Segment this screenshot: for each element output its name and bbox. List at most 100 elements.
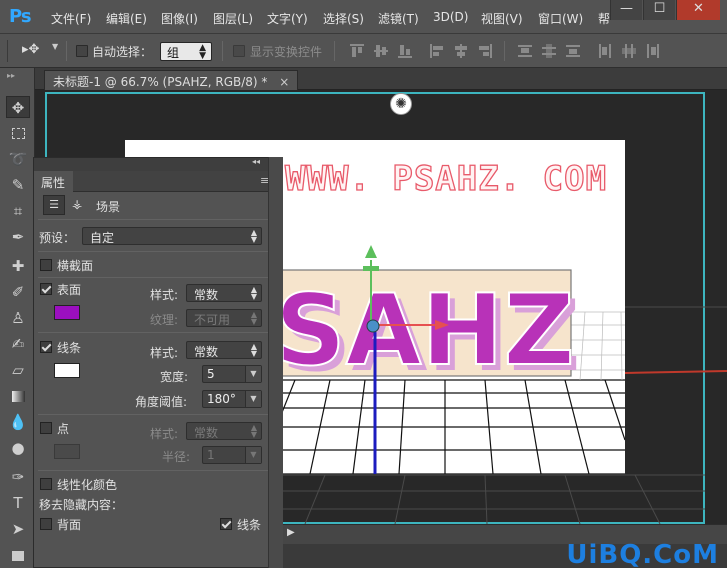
type-tool-icon[interactable]: T: [6, 492, 30, 514]
points-checkbox[interactable]: [40, 422, 52, 434]
align-top-icon[interactable]: [350, 44, 364, 58]
surface-style-label: 样式:: [150, 288, 179, 302]
lines-color-swatch[interactable]: [54, 363, 80, 378]
properties-panel: ◂◂ ✕ 属性 ≡ ☰ ⚶ 场景 预设： 自定 ▲▼ 横截面 表面 样式: 常数…: [33, 157, 283, 568]
lasso-tool-icon[interactable]: ➰: [6, 148, 30, 170]
surface-texture-value: 不可用: [194, 313, 231, 327]
hidden-lines-checkbox[interactable]: [220, 518, 232, 530]
chevron-down-icon[interactable]: ▼: [245, 447, 261, 463]
properties-tab[interactable]: 属性: [34, 171, 74, 192]
menu-layer[interactable]: 图层(L): [213, 10, 253, 27]
minimize-button[interactable]: —: [610, 0, 642, 20]
align-right-icon[interactable]: [478, 44, 492, 58]
align-hcenter-icon[interactable]: [454, 44, 468, 58]
linearize-colors-checkbox[interactable]: [40, 478, 52, 490]
menu-edit[interactable]: 编辑(E): [106, 10, 147, 27]
options-grip: [0, 40, 8, 62]
lines-checkbox[interactable]: [40, 341, 52, 353]
close-icon: ✕: [693, 1, 704, 16]
path-select-tool-icon[interactable]: ➤: [6, 518, 30, 540]
document-tab[interactable]: 未标题-1 @ 66.7% (PSAHZ, RGB/8) * ×: [44, 70, 299, 90]
minimize-icon: —: [620, 1, 633, 16]
points-label: 点: [57, 422, 70, 436]
y-axis-arrow-icon[interactable]: [365, 245, 377, 258]
move-tool-icon[interactable]: ✥: [6, 96, 30, 118]
panel-header: ◂◂ ✕: [34, 157, 282, 171]
tool-preset-chevron-icon[interactable]: ▼: [52, 42, 58, 51]
distribute-bottom-icon[interactable]: [566, 44, 580, 58]
align-left-icon[interactable]: [430, 44, 444, 58]
panel-collapse-icon[interactable]: ◂◂: [252, 157, 260, 166]
tools-panel: ▸▸ ✥ ➰ ✎ ⌗ ✒ ✚ ✐ ♙ ✍ ▱ 💧 ● ✑ T ➤: [0, 68, 35, 568]
menu-filter[interactable]: 滤镜(T): [378, 10, 419, 27]
rectangle-tool-icon[interactable]: [6, 544, 30, 566]
clone-stamp-tool-icon[interactable]: ♙: [6, 307, 30, 329]
chevron-down-icon[interactable]: ▼: [245, 391, 261, 407]
quick-select-tool-icon[interactable]: ✎: [6, 174, 30, 196]
dropdown-arrows-icon: ▲ ▼: [199, 43, 206, 61]
divider: [38, 219, 278, 220]
eyedropper-tool-icon[interactable]: ✒: [6, 226, 30, 248]
cross-section-checkbox[interactable]: [40, 259, 52, 271]
lines-angle-field[interactable]: 180° ▼: [202, 390, 262, 408]
play-icon[interactable]: ▶: [287, 527, 299, 541]
tools-collapse-icon[interactable]: ▸▸: [7, 71, 15, 80]
gradient-tool-icon[interactable]: [6, 385, 30, 407]
distribute-hcenter-icon[interactable]: [622, 44, 636, 58]
menu-view[interactable]: 视图(V): [481, 10, 523, 27]
surface-color-swatch[interactable]: [54, 305, 80, 320]
blur-tool-icon[interactable]: 💧: [6, 411, 30, 433]
app-logo: Ps: [9, 6, 32, 27]
axis-origin-handle[interactable]: [366, 319, 380, 333]
preset-dropdown[interactable]: 自定 ▲ ▼: [82, 227, 262, 245]
distribute-top-icon[interactable]: [518, 44, 532, 58]
brush-tool-icon[interactable]: ✐: [6, 281, 30, 303]
auto-select-checkbox[interactable]: [76, 45, 88, 57]
lines-width-field[interactable]: 5 ▼: [202, 365, 262, 383]
show-transform-checkbox[interactable]: [233, 45, 245, 57]
close-tab-icon[interactable]: ×: [279, 75, 289, 89]
backface-label: 背面: [57, 518, 82, 532]
auto-select-dropdown[interactable]: 组 ▲ ▼: [160, 42, 212, 61]
menu-help[interactable]: 帮: [598, 10, 610, 27]
distribute-left-icon[interactable]: [598, 44, 612, 58]
points-color-swatch[interactable]: [54, 444, 80, 459]
move-tool-preset-icon[interactable]: ▸✥: [22, 42, 39, 57]
y-axis-scale-handle[interactable]: [363, 266, 379, 271]
lines-style-dropdown[interactable]: 常数 ▲ ▼: [186, 341, 262, 359]
marquee-tool-icon[interactable]: [6, 122, 30, 144]
maximize-button[interactable]: ☐: [643, 0, 675, 20]
points-radius-label: 半径:: [162, 450, 191, 464]
history-brush-tool-icon[interactable]: ✍: [6, 333, 30, 355]
menu-window[interactable]: 窗口(W): [538, 10, 583, 27]
panel-scrollbar[interactable]: [268, 157, 283, 568]
scene-tree-icon[interactable]: ☰: [43, 195, 65, 215]
menu-type[interactable]: 文字(Y): [267, 10, 308, 27]
3d-camera-widget-icon[interactable]: ✺: [390, 93, 412, 115]
healing-brush-tool-icon[interactable]: ✚: [6, 255, 30, 277]
distribute-vcenter-icon[interactable]: [542, 44, 556, 58]
surface-checkbox[interactable]: [40, 283, 52, 295]
menu-image[interactable]: 图像(I): [161, 10, 198, 27]
chevron-down-icon[interactable]: ▼: [245, 366, 261, 382]
backface-checkbox[interactable]: [40, 518, 52, 530]
points-style-value: 常数: [194, 426, 219, 440]
menu-file[interactable]: 文件(F): [51, 10, 91, 27]
dodge-tool-icon[interactable]: ●: [6, 437, 30, 459]
divider: [38, 332, 278, 333]
eraser-tool-icon[interactable]: ▱: [6, 359, 30, 381]
pen-tool-icon[interactable]: ✑: [6, 466, 30, 488]
align-bottom-icon[interactable]: [398, 44, 412, 58]
points-style-dropdown[interactable]: 常数 ▲ ▼: [186, 422, 262, 440]
menu-3d[interactable]: 3D(D): [433, 10, 468, 24]
scene-label: 场景: [96, 200, 121, 214]
menu-select[interactable]: 选择(S): [323, 10, 364, 27]
close-window-button[interactable]: ✕: [676, 0, 720, 20]
dropdown-arrows-icon: ▲ ▼: [250, 310, 257, 326]
distribute-right-icon[interactable]: [646, 44, 660, 58]
surface-texture-dropdown[interactable]: 不可用 ▲ ▼: [186, 309, 262, 327]
surface-style-dropdown[interactable]: 常数 ▲ ▼: [186, 284, 262, 302]
align-vcenter-icon[interactable]: [374, 44, 388, 58]
crop-tool-icon[interactable]: ⌗: [6, 200, 30, 222]
points-radius-field[interactable]: 1 ▼: [202, 446, 262, 464]
